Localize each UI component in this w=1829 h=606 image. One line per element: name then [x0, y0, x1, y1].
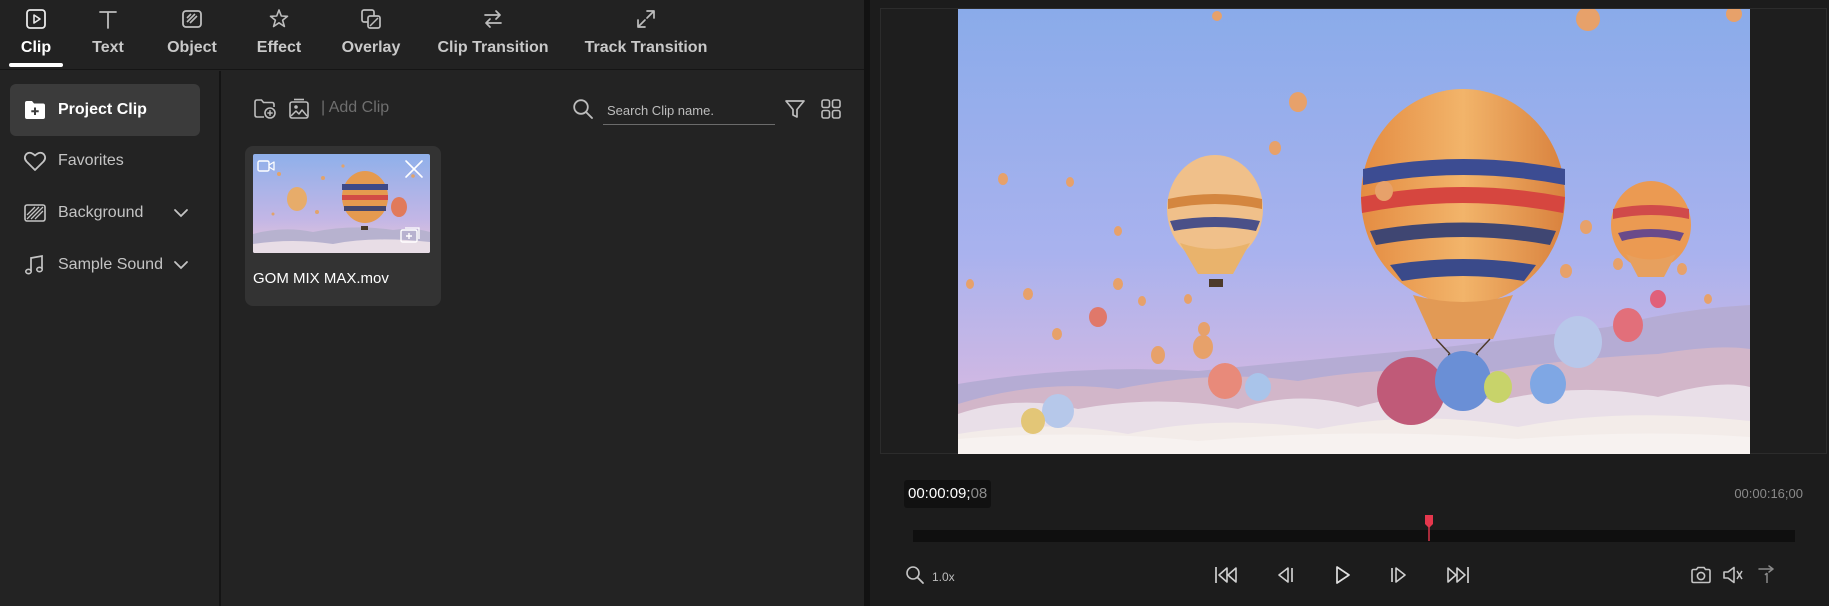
- close-icon[interactable]: [403, 158, 425, 180]
- current-time: 00:00:09;: [908, 485, 971, 502]
- add-to-timeline-icon[interactable]: [399, 226, 421, 246]
- volume-icon[interactable]: [1718, 560, 1748, 590]
- tab-clip[interactable]: Clip: [9, 0, 63, 70]
- overlay-icon: [357, 5, 385, 33]
- sidebar-item-label: Background: [58, 204, 144, 221]
- previous-frame-icon[interactable]: [1270, 560, 1300, 590]
- current-time-display: 00:00:09;08: [904, 480, 992, 508]
- zoom-icon[interactable]: [900, 560, 930, 590]
- search-input[interactable]: [607, 99, 767, 121]
- clip-thumbnail: [253, 154, 430, 253]
- video-icon: [257, 159, 275, 173]
- clip-name: GOM MIX MAX.mov: [253, 270, 389, 287]
- tab-text-label: Text: [92, 39, 124, 56]
- preview-panel: 00:00:09;08 00:00:16;00 1.0x: [870, 0, 1829, 606]
- snapshot-camera-icon[interactable]: [1686, 560, 1716, 590]
- clip-card[interactable]: GOM MIX MAX.mov: [245, 146, 441, 306]
- filter-icon[interactable]: [781, 95, 809, 123]
- sidebar-item-sample-sound[interactable]: Sample Sound: [10, 239, 200, 291]
- sidebar-item-label: Favorites: [58, 152, 124, 169]
- search-field[interactable]: [603, 95, 775, 125]
- sidebar-item-background[interactable]: Background: [10, 187, 200, 239]
- clip-library: | Add Clip Search Clip name. GOM MIX MAX…: [223, 71, 864, 606]
- next-frame-icon[interactable]: [1384, 560, 1414, 590]
- background-pattern-icon: [22, 200, 48, 226]
- category-sidebar: Project Clip Favorites Background Sample…: [0, 71, 221, 606]
- object-icon: [178, 5, 206, 33]
- total-duration: 00:00:16;00: [1734, 486, 1803, 501]
- add-folder-icon[interactable]: [251, 95, 279, 123]
- tab-effect[interactable]: Effect: [254, 0, 304, 70]
- add-image-icon[interactable]: [285, 95, 313, 123]
- clip-icon: [22, 5, 50, 33]
- top-tab-bar: Clip Text Object Effect Overlay Clip Tra…: [0, 0, 864, 70]
- heart-icon: [22, 148, 48, 174]
- track-transition-icon: [632, 5, 660, 33]
- skip-to-end-icon[interactable]: [1442, 560, 1472, 590]
- tab-track-transition[interactable]: Track Transition: [585, 0, 707, 70]
- clip-editor-panel: Clip Text Object Effect Overlay Clip Tra…: [0, 0, 864, 606]
- seek-bar[interactable]: [913, 530, 1795, 542]
- music-note-icon: [22, 252, 48, 278]
- effect-icon: [265, 5, 293, 33]
- tab-clip-transition[interactable]: Clip Transition: [437, 0, 549, 70]
- tab-object-label: Object: [167, 39, 217, 56]
- sidebar-item-project-clip[interactable]: Project Clip: [10, 84, 200, 136]
- tab-overlay-label: Overlay: [341, 39, 401, 56]
- search-icon[interactable]: [569, 95, 597, 123]
- skip-to-start-icon[interactable]: [1212, 560, 1242, 590]
- sidebar-item-favorites[interactable]: Favorites: [10, 135, 200, 187]
- play-icon[interactable]: [1327, 560, 1357, 590]
- tab-overlay[interactable]: Overlay: [338, 0, 404, 70]
- video-preview[interactable]: [958, 9, 1750, 454]
- preview-frame: [880, 8, 1827, 454]
- export-icon[interactable]: [1752, 560, 1782, 590]
- tab-effect-label: Effect: [256, 39, 302, 56]
- tab-clip-label: Clip: [20, 39, 52, 56]
- playhead-marker[interactable]: [1424, 515, 1433, 541]
- chevron-down-icon: [174, 209, 188, 218]
- clip-transition-icon: [479, 5, 507, 33]
- sidebar-item-label: Sample Sound: [58, 256, 163, 273]
- add-clip-label[interactable]: | Add Clip: [321, 99, 389, 117]
- tab-object[interactable]: Object: [166, 0, 218, 70]
- text-icon: [94, 5, 122, 33]
- current-frame: 08: [970, 485, 988, 502]
- tab-active-underline: [9, 63, 63, 67]
- tab-clip-transition-label: Clip Transition: [437, 39, 549, 56]
- tab-text[interactable]: Text: [87, 0, 129, 70]
- tab-track-transition-label: Track Transition: [584, 39, 708, 56]
- project-clip-icon: [22, 97, 48, 123]
- zoom-level[interactable]: 1.0x: [932, 570, 955, 584]
- sidebar-item-label: Project Clip: [58, 101, 147, 118]
- grid-view-icon[interactable]: [817, 95, 845, 123]
- chevron-down-icon: [174, 261, 188, 270]
